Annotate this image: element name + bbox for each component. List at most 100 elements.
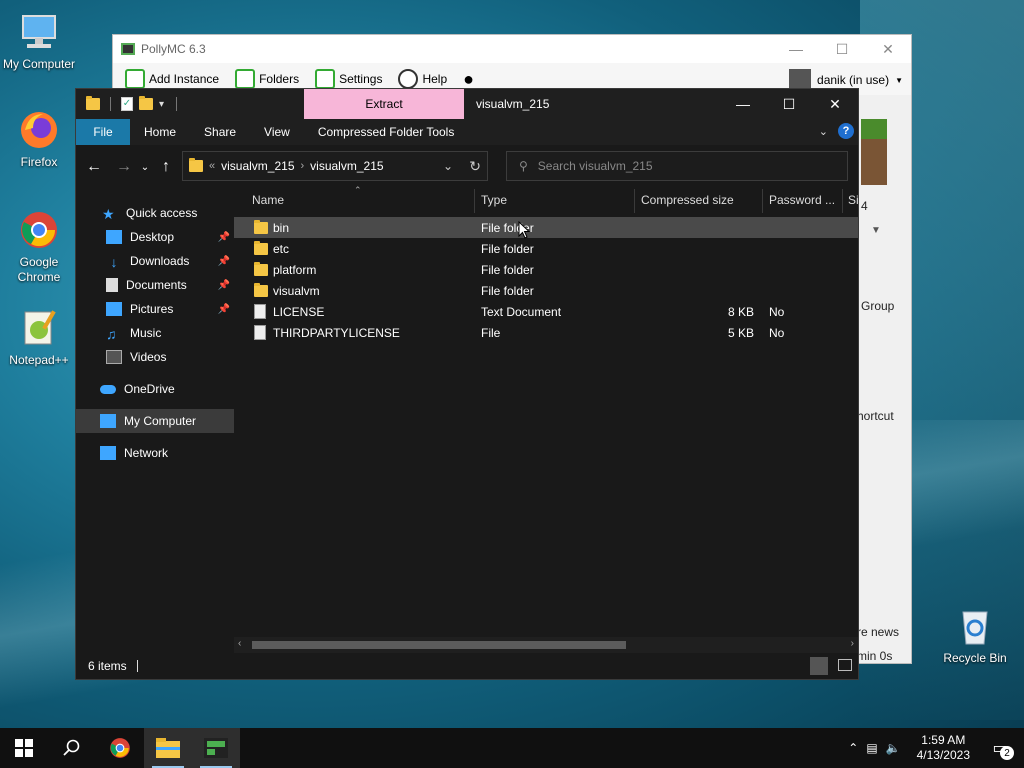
tab-file[interactable]: File <box>76 119 130 145</box>
pollymc-close-button[interactable]: ✕ <box>865 35 911 63</box>
minimize-button[interactable]: — <box>720 89 766 119</box>
nav-videos[interactable]: Videos <box>76 345 234 369</box>
desktop-icon-chrome[interactable]: Google Chrome <box>1 208 77 285</box>
desktop-icon-firefox[interactable]: Firefox <box>1 108 77 170</box>
pin-icon[interactable]: 📌 <box>218 304 230 315</box>
breadcrumb-overflow[interactable]: « <box>209 160 215 172</box>
help-icon[interactable]: ? <box>838 123 854 139</box>
horizontal-scrollbar[interactable]: ‹ › <box>234 637 858 653</box>
file-explorer-window[interactable]: ✓ ▾ Extract visualvm_215 — ☐ ✕ File Home… <box>75 88 859 680</box>
search-box[interactable]: ⚲ Search visualvm_215 <box>506 151 848 181</box>
breadcrumb-item[interactable]: visualvm_215 <box>310 159 383 173</box>
scroll-right-icon[interactable]: › <box>851 638 854 649</box>
column-header-compressed-size[interactable]: Compressed size <box>641 193 734 207</box>
up-arrow-icon[interactable]: ↑ <box>154 158 178 176</box>
cat-button[interactable]: ● <box>463 69 474 90</box>
refresh-icon[interactable]: ↻ <box>469 158 481 175</box>
column-headers: Name ⌃ Type Compressed size Password ...… <box>234 185 859 213</box>
pin-icon[interactable]: 📌 <box>218 232 230 243</box>
details-view-icon[interactable] <box>810 657 828 675</box>
properties-icon[interactable]: ✓ <box>121 97 133 111</box>
folder-icon <box>189 158 203 172</box>
column-header-size[interactable]: Si <box>848 193 859 207</box>
breadcrumb-separator-icon[interactable]: › <box>301 160 305 172</box>
file-row[interactable]: etc File folder <box>234 238 858 259</box>
nav-music[interactable]: ♫ Music <box>76 321 234 345</box>
column-divider[interactable] <box>762 189 763 213</box>
file-row[interactable]: bin File folder <box>234 217 858 238</box>
large-icons-view-icon[interactable] <box>838 659 852 671</box>
navigation-pane: ★ Quick access Desktop 📌 ↓ Downloads 📌 D… <box>76 189 234 653</box>
pin-icon[interactable]: 📌 <box>218 280 230 291</box>
folders-button[interactable]: Folders <box>235 69 299 89</box>
folder-icon <box>254 241 268 255</box>
network-status-icon[interactable]: ▤ <box>866 741 877 755</box>
column-header-password[interactable]: Password ... <box>769 193 835 207</box>
search-input[interactable]: Search visualvm_215 <box>538 159 653 173</box>
recent-locations-chevron-icon[interactable]: ⌄ <box>136 162 154 173</box>
tab-view[interactable]: View <box>250 119 304 145</box>
column-header-name[interactable]: Name <box>252 193 284 207</box>
nav-documents[interactable]: Documents 📌 <box>76 273 234 297</box>
search-button[interactable] <box>48 728 96 768</box>
volume-icon[interactable]: 🔈 <box>886 741 901 755</box>
desktop-icon-notepadpp[interactable]: Notepad++ <box>1 306 77 368</box>
maximize-button[interactable]: ☐ <box>766 89 812 119</box>
clock[interactable]: 1:59 AM 4/13/2023 <box>909 733 978 763</box>
forward-arrow-icon[interactable]: → <box>112 158 136 176</box>
customize-toolbar-icon[interactable]: ▾ <box>159 99 164 110</box>
quick-access-toolbar: ✓ ▾ <box>76 96 178 111</box>
taskbar-pollymc[interactable] <box>192 728 240 768</box>
extract-context-tab[interactable]: Extract <box>304 89 464 119</box>
pin-icon[interactable]: 📌 <box>218 256 230 267</box>
file-row[interactable]: THIRDPARTYLICENSE File 5 KB No <box>234 322 858 343</box>
new-folder-icon[interactable] <box>139 96 153 110</box>
tab-compressed-folder-tools[interactable]: Compressed Folder Tools <box>304 119 469 145</box>
file-row[interactable]: platform File folder <box>234 259 858 280</box>
address-dropdown-icon[interactable]: ⌄ <box>443 159 453 173</box>
folder-icon <box>235 69 256 89</box>
download-icon: ↓ <box>110 254 118 270</box>
scrollbar-thumb[interactable] <box>252 641 626 649</box>
action-center-button[interactable]: ▭ 2 <box>986 736 1014 760</box>
column-divider[interactable] <box>842 189 843 213</box>
nav-onedrive[interactable]: OneDrive <box>76 377 234 401</box>
file-row[interactable]: visualvm File folder <box>234 280 858 301</box>
nav-my-computer[interactable]: My Computer <box>76 409 234 433</box>
scroll-left-icon[interactable]: ‹ <box>238 638 241 649</box>
close-button[interactable]: ✕ <box>812 89 858 119</box>
nav-desktop[interactable]: Desktop 📌 <box>76 225 234 249</box>
column-header-type[interactable]: Type <box>481 193 507 207</box>
chevron-down-icon[interactable]: ▼ <box>871 225 881 236</box>
chrome-icon <box>17 208 61 252</box>
taskbar-file-explorer[interactable] <box>144 728 192 768</box>
expand-ribbon-icon[interactable]: ⌄ <box>819 125 828 138</box>
explorer-titlebar[interactable]: ✓ ▾ Extract visualvm_215 — ☐ ✕ <box>76 89 858 119</box>
nav-pictures[interactable]: Pictures 📌 <box>76 297 234 321</box>
pollymc-minimize-button[interactable]: — <box>773 35 819 63</box>
desktop-icon-recycle-bin[interactable]: Recycle Bin <box>937 604 1013 666</box>
nav-network[interactable]: Network <box>76 441 234 465</box>
show-hidden-icons-chevron-icon[interactable]: ⌃ <box>848 741 858 755</box>
start-button[interactable] <box>0 728 48 768</box>
help-button[interactable]: Help <box>398 69 447 89</box>
nav-downloads[interactable]: ↓ Downloads 📌 <box>76 249 234 273</box>
nav-quick-access[interactable]: ★ Quick access <box>76 201 234 225</box>
desktop-icon-my-computer[interactable]: My Computer <box>1 10 77 72</box>
pollymc-maximize-button[interactable]: ☐ <box>819 35 865 63</box>
taskbar-chrome[interactable] <box>96 728 144 768</box>
breadcrumb-item[interactable]: visualvm_215 <box>221 159 294 173</box>
side-text-4: re news <box>857 625 900 639</box>
settings-button[interactable]: Settings <box>315 69 382 89</box>
add-instance-button[interactable]: Add Instance <box>125 69 219 89</box>
address-bar[interactable]: « visualvm_215 › visualvm_215 ⌄ ↻ <box>182 151 488 181</box>
file-row[interactable]: LICENSE Text Document 8 KB No <box>234 301 858 322</box>
nav-label: Desktop <box>130 230 175 244</box>
tab-share[interactable]: Share <box>190 119 250 145</box>
add-instance-label: Add Instance <box>149 72 220 86</box>
column-divider[interactable] <box>474 189 475 213</box>
back-arrow-icon[interactable]: ← <box>82 158 106 176</box>
sort-ascending-icon: ⌃ <box>354 185 362 195</box>
column-divider[interactable] <box>634 189 635 213</box>
tab-home[interactable]: Home <box>130 119 190 145</box>
